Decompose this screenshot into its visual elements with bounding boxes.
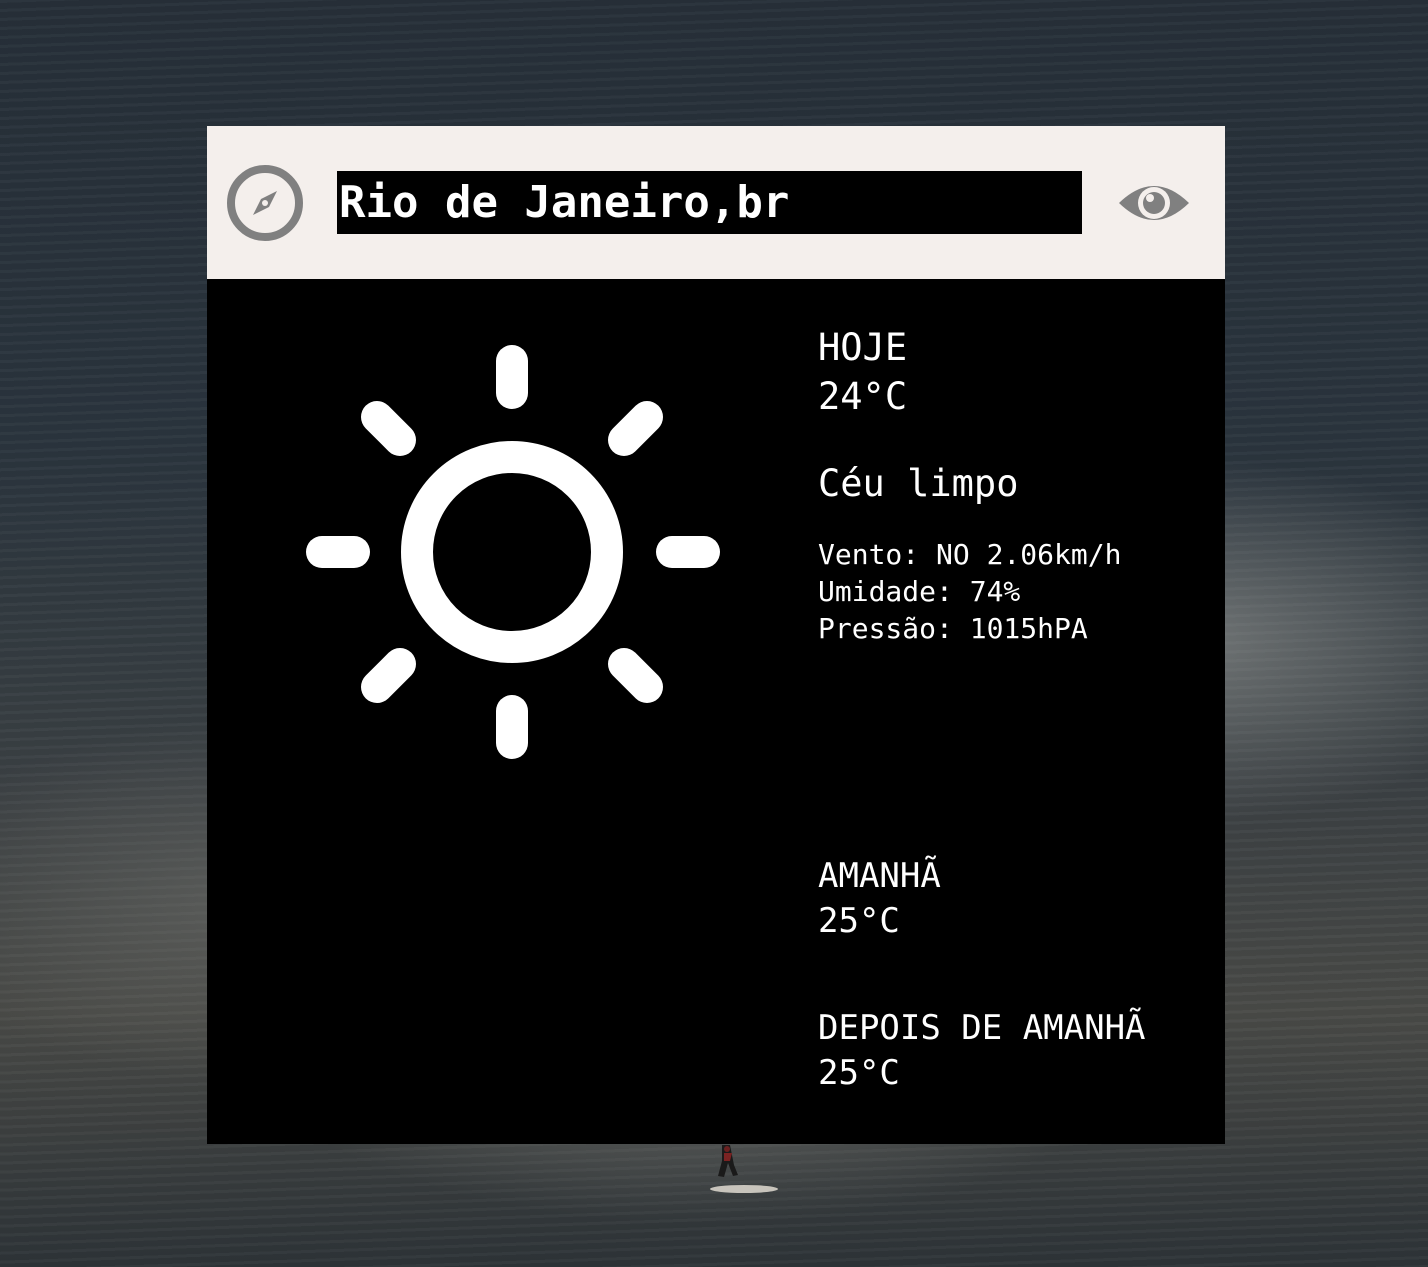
- humidity-text: Umidade: 74%: [818, 575, 1021, 608]
- weather-widget: HOJE 24°C Céu limpo Vento: NO 2.06km/h U…: [207, 126, 1225, 1144]
- compass-icon[interactable]: [226, 164, 304, 242]
- tomorrow-temp: 25°C: [818, 901, 900, 941]
- city-search-input[interactable]: [337, 171, 1082, 234]
- weather-description: Céu limpo: [818, 462, 1019, 505]
- day-after-label: DEPOIS DE AMANHÃ: [818, 1008, 1146, 1048]
- today-forecast: HOJE 24°C: [818, 323, 907, 421]
- today-temp: 24°C: [818, 375, 908, 418]
- wind-text: Vento: NO 2.06km/h: [818, 538, 1122, 571]
- today-description: Céu limpo: [818, 459, 1018, 508]
- sun-icon: [306, 345, 720, 759]
- search-header: [207, 126, 1225, 279]
- today-details: Vento: NO 2.06km/h Umidade: 74% Pressão:…: [818, 536, 1121, 647]
- day-after-forecast: DEPOIS DE AMANHÃ 25°C: [818, 1006, 1146, 1096]
- eye-icon[interactable]: [1117, 177, 1191, 229]
- pressure-text: Pressão: 1015hPA: [818, 612, 1088, 645]
- forecast-panel: HOJE 24°C Céu limpo Vento: NO 2.06km/h U…: [207, 279, 1225, 1144]
- today-label: HOJE: [818, 326, 908, 369]
- tomorrow-label: AMANHÃ: [818, 856, 941, 896]
- day-after-temp: 25°C: [818, 1053, 900, 1093]
- background-surfer: [710, 1145, 778, 1193]
- tomorrow-forecast: AMANHÃ 25°C: [818, 854, 941, 944]
